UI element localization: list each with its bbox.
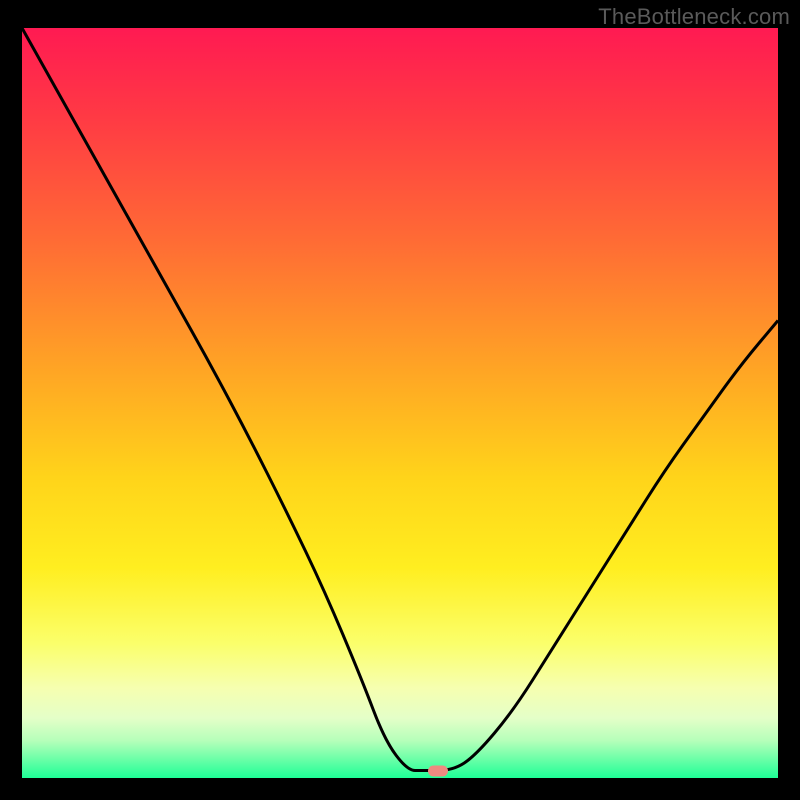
gradient-plot-area bbox=[22, 28, 778, 778]
bottleneck-curve-path bbox=[22, 28, 778, 771]
chart-frame: TheBottleneck.com bbox=[0, 0, 800, 800]
optimal-marker bbox=[428, 765, 448, 776]
watermark-label: TheBottleneck.com bbox=[598, 4, 790, 30]
curve-svg bbox=[22, 28, 778, 778]
